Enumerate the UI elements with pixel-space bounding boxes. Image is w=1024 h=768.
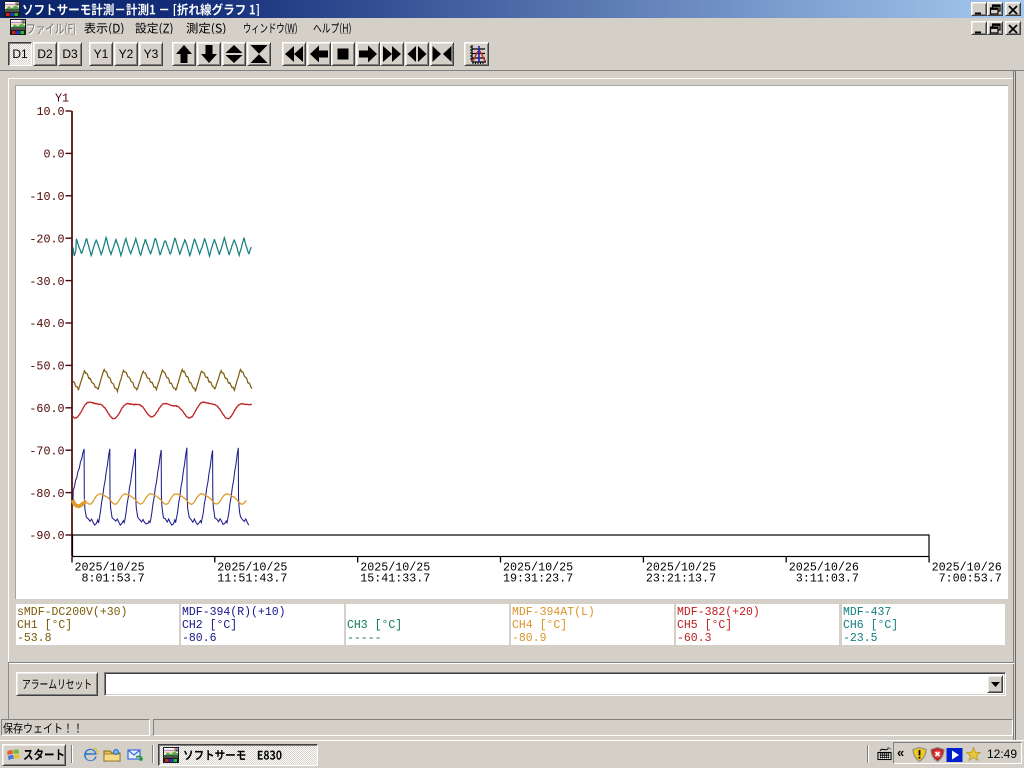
svg-text:15:41:33.7: 15:41:33.7: [360, 572, 430, 586]
svg-text:-10.0: -10.0: [29, 190, 64, 204]
svg-text:-30.0: -30.0: [29, 275, 64, 289]
svg-text:23:21:13.7: 23:21:13.7: [646, 572, 716, 586]
svg-text:-70.0: -70.0: [29, 444, 64, 458]
svg-text:10.0: 10.0: [36, 105, 64, 119]
svg-text:-20.0: -20.0: [29, 232, 64, 246]
svg-text:Y1: Y1: [55, 92, 69, 106]
svg-text:11:51:43.7: 11:51:43.7: [217, 572, 287, 586]
svg-text:-80.0: -80.0: [29, 487, 64, 501]
svg-text:-40.0: -40.0: [29, 317, 64, 331]
svg-text:-90.0: -90.0: [29, 529, 64, 543]
svg-text:8:01:53.7: 8:01:53.7: [75, 572, 145, 586]
svg-text:-60.0: -60.0: [29, 402, 64, 416]
svg-text:7:00:53.7: 7:00:53.7: [932, 572, 1002, 586]
svg-text:0.0: 0.0: [43, 148, 64, 162]
svg-text:19:31:23.7: 19:31:23.7: [503, 572, 573, 586]
svg-text:3:11:03.7: 3:11:03.7: [789, 572, 859, 586]
svg-text:-50.0: -50.0: [29, 360, 64, 374]
